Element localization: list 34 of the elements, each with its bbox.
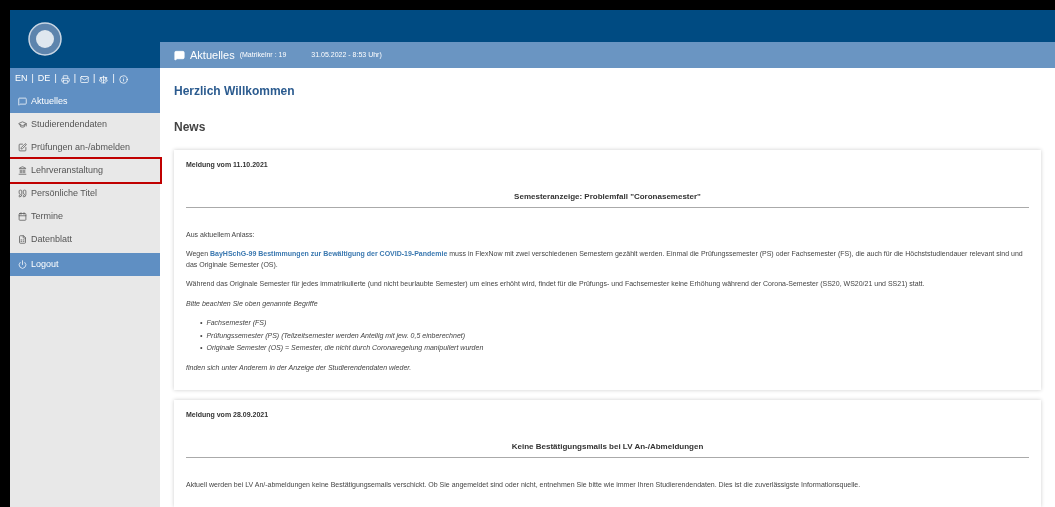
logout-button[interactable]: Logout bbox=[10, 253, 160, 276]
printer-icon[interactable] bbox=[60, 74, 70, 84]
seal-logo bbox=[28, 22, 62, 56]
news-title: Keine Bestätigungsmails bei LV An-/Abmeldungen bbox=[186, 440, 1029, 458]
separator: | bbox=[31, 72, 34, 86]
separator: | bbox=[73, 72, 77, 86]
language-link[interactable]: DE bbox=[37, 72, 51, 86]
sidebar-item[interactable]: Datenblatt bbox=[10, 228, 160, 251]
news-title: Semesteranzeige: Problemfall "Coronasemester" bbox=[186, 190, 1029, 208]
edit-icon bbox=[18, 143, 27, 152]
calendar-icon bbox=[18, 212, 27, 221]
mail-icon[interactable] bbox=[80, 74, 90, 84]
sheet-icon bbox=[18, 235, 27, 244]
separator: | bbox=[54, 72, 57, 86]
sidebar-item[interactable]: Studierendendaten bbox=[10, 113, 160, 136]
power-icon bbox=[18, 260, 27, 269]
welcome-heading: Herzlich Willkommen bbox=[174, 83, 296, 100]
sidebar-item[interactable]: Termine bbox=[10, 205, 160, 228]
sidebar-item[interactable]: Persönliche Titel bbox=[10, 182, 160, 205]
building-icon bbox=[18, 166, 27, 175]
quote-icon bbox=[18, 189, 27, 198]
speech-bubble-icon bbox=[174, 49, 185, 61]
separator: | bbox=[112, 72, 115, 86]
page-title: Aktuelles bbox=[190, 47, 235, 63]
sidebar-item[interactable]: Aktuelles bbox=[10, 90, 160, 113]
separator: | bbox=[93, 72, 96, 86]
news-heading: News bbox=[174, 119, 207, 136]
speech-bubble-icon bbox=[18, 97, 27, 106]
scale-icon[interactable] bbox=[99, 74, 109, 84]
graduation-cap-icon bbox=[18, 120, 27, 129]
sidebar-item[interactable]: Lehrveranstaltung bbox=[10, 159, 160, 182]
language-link[interactable]: EN bbox=[15, 72, 28, 86]
sidebar-item[interactable]: Prüfungen an-/abmelden bbox=[10, 136, 160, 159]
info-icon[interactable] bbox=[118, 74, 128, 84]
